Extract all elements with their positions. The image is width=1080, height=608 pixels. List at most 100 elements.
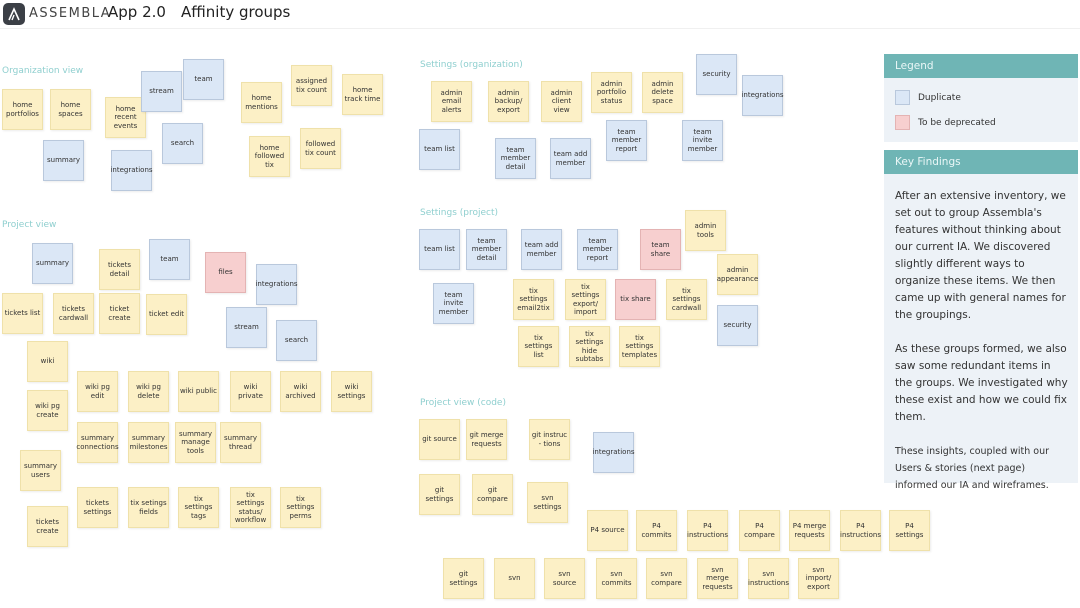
sticky-note-label: admin email alerts — [440, 88, 463, 114]
sticky-note-label: git compare — [477, 486, 508, 503]
sticky-note-label: team invite member — [687, 127, 718, 153]
sticky-note-label: team — [160, 255, 179, 264]
findings-paragraph: After an extensive inventory, we set out… — [895, 190, 1066, 321]
deprecated-swatch — [895, 115, 910, 130]
sticky-note-label: home followed tix — [254, 143, 285, 169]
sticky-note: svn commits — [596, 558, 637, 599]
sticky-note-label: summary thread — [223, 434, 258, 451]
sticky-note: git settings — [443, 558, 484, 599]
sticky-note: integrations — [741, 75, 784, 116]
sticky-note-label: team member detail — [500, 145, 531, 171]
key-findings-title: Key Findings — [884, 150, 1078, 174]
sticky-note: tix settings export/ import — [565, 279, 606, 320]
sticky-note: git instruc - tions — [529, 419, 570, 460]
sticky-note-label: admin tools — [694, 222, 717, 239]
sticky-note-label: integrations — [592, 448, 635, 457]
sticky-note-label: team member detail — [471, 236, 502, 262]
sticky-note-label: assigned tix count — [295, 77, 328, 94]
sticky-note-label: tix settings hide subtabs — [575, 329, 604, 364]
sticky-note-label: files — [218, 268, 233, 277]
sticky-note: integrations — [110, 150, 153, 191]
sticky-note: tix settings email2tix — [513, 279, 554, 320]
sticky-note: team member report — [577, 229, 618, 270]
page-title: Affinity groups — [181, 3, 291, 21]
sticky-note-label: tix settings cardwall — [671, 286, 702, 312]
sticky-note-label: summary — [35, 259, 70, 268]
sticky-note: summary thread — [220, 422, 261, 463]
sticky-note: svn instructions — [748, 558, 789, 599]
sticky-note-label: svn merge requests — [702, 565, 733, 591]
sticky-note: summary milestones — [128, 422, 169, 463]
sticky-note: tickets create — [27, 506, 68, 547]
app-title: App 2.0 — [108, 3, 166, 21]
sticky-note: wiki — [27, 341, 68, 382]
sticky-note-label: tix settings list — [524, 333, 553, 359]
sticky-note: tix settings perms — [280, 487, 321, 528]
sticky-note: team member detail — [495, 138, 536, 179]
sticky-note-label: admin portfolio status — [596, 79, 627, 105]
sticky-note: summary connections — [76, 422, 119, 463]
sticky-note: tix settings hide subtabs — [569, 326, 610, 367]
sticky-note-label: integrations — [741, 91, 784, 100]
sticky-note: assigned tix count — [291, 65, 332, 106]
sticky-note: summary users — [20, 450, 61, 491]
sticky-note-label: P4 instructions — [840, 522, 881, 539]
duplicate-swatch — [895, 90, 910, 105]
sticky-note: ticket create — [99, 293, 140, 334]
sticky-note-label: summary — [46, 156, 81, 165]
sticky-note-label: security — [723, 321, 752, 330]
group-title-settings-project: Settings (project) — [420, 208, 499, 218]
sticky-note-label: summary connections — [76, 434, 119, 451]
sticky-note-label: svn — [508, 574, 521, 583]
sticky-note: tix setings fields — [128, 487, 169, 528]
sticky-note-label: ticket edit — [148, 310, 185, 319]
sticky-note: wiki private — [230, 371, 271, 412]
sticky-note: svn — [494, 558, 535, 599]
sticky-note: files — [205, 252, 246, 293]
sticky-note: security — [717, 305, 758, 346]
sticky-note: wiki public — [178, 371, 219, 412]
sticky-note-label: team add member — [553, 150, 588, 167]
sticky-note-label: integrations — [255, 280, 298, 289]
sticky-note: home track time — [342, 74, 383, 115]
sticky-note: P4 instructions — [840, 510, 881, 551]
sticky-note-label: wiki public — [180, 387, 217, 396]
sticky-note-label: git source — [422, 435, 457, 444]
sticky-note: home recent events — [105, 97, 146, 138]
sticky-note-label: P4 compare — [744, 522, 775, 539]
sticky-note-label: admin appearance — [716, 266, 759, 283]
sticky-note-label: tickets settings — [83, 499, 112, 516]
sticky-note-label: admin client view — [550, 88, 573, 114]
sticky-note: P4 merge requests — [789, 510, 830, 551]
sticky-note: svn merge requests — [697, 558, 738, 599]
sticky-note: team invite member — [682, 120, 723, 161]
sticky-note: home portfolios — [2, 89, 43, 130]
sticky-note: svn import/ export — [798, 558, 839, 599]
sticky-note: search — [162, 123, 203, 164]
legend-item-deprecated: To be deprecated — [895, 115, 996, 130]
sticky-note: svn settings — [527, 482, 568, 523]
sticky-note: wiki settings — [331, 371, 372, 412]
sticky-note-label: home track time — [344, 86, 381, 103]
sticky-note-label: wiki — [40, 357, 55, 366]
sticky-note-label: git merge requests — [469, 431, 504, 448]
findings-paragraph: These insights, coupled with our Users &… — [895, 446, 1050, 491]
sticky-note-label: admin delete space — [651, 79, 674, 105]
sticky-note-label: admin backup/ export — [494, 88, 523, 114]
sticky-note: git source — [419, 419, 460, 460]
sticky-note-label: ticket create — [108, 305, 131, 322]
legend-title: Legend — [884, 54, 1078, 78]
sticky-note-label: home recent events — [113, 104, 138, 130]
sticky-note-label: git settings — [425, 486, 454, 503]
sticky-note: admin client view — [541, 81, 582, 122]
sticky-note: tix share — [615, 279, 656, 320]
sticky-note-label: P4 source — [590, 526, 625, 535]
sticky-note-label: tix settings email2tix — [517, 286, 550, 312]
sticky-note-label: tix settings status/ workflow — [234, 490, 267, 525]
sticky-note-label: wiki pg create — [35, 402, 60, 419]
sticky-note: git settings — [419, 474, 460, 515]
sticky-note: git merge requests — [466, 419, 507, 460]
sticky-note-label: team list — [424, 145, 455, 154]
sticky-note-label: svn import/ export — [805, 565, 832, 591]
assembla-logo-icon — [3, 3, 25, 25]
